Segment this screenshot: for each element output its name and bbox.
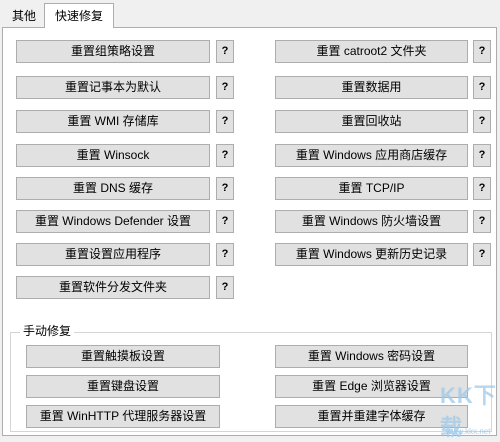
reset-windows-password-button[interactable]: 重置 Windows 密码设置 <box>275 345 468 368</box>
reset-defender-button[interactable]: 重置 Windows Defender 设置 <box>16 210 210 233</box>
reset-settings-app-button[interactable]: 重置设置应用程序 <box>16 243 210 266</box>
reset-dns-cache-button[interactable]: 重置 DNS 缓存 <box>16 177 210 200</box>
help-button[interactable]: ? <box>473 210 491 233</box>
help-button[interactable]: ? <box>473 144 491 167</box>
reset-winhttp-proxy-button[interactable]: 重置 WinHTTP 代理服务器设置 <box>26 405 220 428</box>
reset-update-history-button[interactable]: 重置 Windows 更新历史记录 <box>275 243 468 266</box>
reset-recycle-bin-button[interactable]: 重置回收站 <box>275 110 468 133</box>
reset-store-cache-button[interactable]: 重置 Windows 应用商店缓存 <box>275 144 468 167</box>
reset-software-distribution-button[interactable]: 重置软件分发文件夹 <box>16 276 210 299</box>
help-button[interactable]: ? <box>473 177 491 200</box>
tab-quick-fix[interactable]: 快速修复 <box>44 3 114 28</box>
watermark-url: www.kkx.net <box>446 427 491 436</box>
reset-firewall-button[interactable]: 重置 Windows 防火墙设置 <box>275 210 468 233</box>
help-button[interactable]: ? <box>216 243 234 266</box>
help-button[interactable]: ? <box>216 76 234 99</box>
reset-touchpad-button[interactable]: 重置触摸板设置 <box>26 345 220 368</box>
help-button[interactable]: ? <box>216 110 234 133</box>
help-button[interactable]: ? <box>473 40 491 63</box>
help-button[interactable]: ? <box>216 276 234 299</box>
reset-group-policy-button[interactable]: 重置组策略设置 <box>16 40 210 63</box>
reset-tcpip-button[interactable]: 重置 TCP/IP <box>275 177 468 200</box>
help-button[interactable]: ? <box>473 243 491 266</box>
reset-notepad-button[interactable]: 重置记事本为默认 <box>16 76 210 99</box>
help-button[interactable]: ? <box>216 144 234 167</box>
tab-other[interactable]: 其他 <box>4 6 44 26</box>
help-button[interactable]: ? <box>216 210 234 233</box>
help-button[interactable]: ? <box>473 76 491 99</box>
help-button[interactable]: ? <box>473 110 491 133</box>
reset-winsock-button[interactable]: 重置 Winsock <box>16 144 210 167</box>
reset-data-usage-button[interactable]: 重置数据用 <box>275 76 468 99</box>
help-button[interactable]: ? <box>216 177 234 200</box>
manual-fix-title: 手动修复 <box>20 322 75 339</box>
reset-catroot2-button[interactable]: 重置 catroot2 文件夹 <box>275 40 468 63</box>
reset-keyboard-button[interactable]: 重置键盘设置 <box>26 375 220 398</box>
help-button[interactable]: ? <box>216 40 234 63</box>
reset-wmi-button[interactable]: 重置 WMI 存储库 <box>16 110 210 133</box>
